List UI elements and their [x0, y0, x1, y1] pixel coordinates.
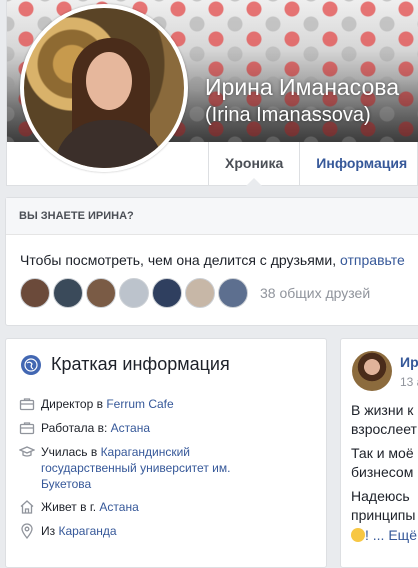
- friend-request-prompt: Чтобы посмотреть, чем она делится с друз…: [20, 252, 405, 268]
- profile-avatar[interactable]: [20, 4, 188, 172]
- friend-avatar[interactable]: [218, 278, 248, 308]
- post-text-line: В жизни к: [351, 402, 414, 418]
- mutual-friends-row: 38 общих друзей: [20, 278, 370, 308]
- profile-name[interactable]: Ирина Иманасова: [205, 74, 399, 101]
- post-text-line: Так и моё: [351, 445, 414, 461]
- avatar-face: [86, 52, 132, 110]
- post-author-name[interactable]: Ири: [400, 354, 418, 370]
- tab-about[interactable]: Информация: [299, 142, 418, 185]
- past-employer-link[interactable]: Астана: [111, 421, 150, 435]
- send-request-link[interactable]: отправьте: [340, 252, 405, 268]
- see-more-link[interactable]: ! ... Ещё: [365, 527, 417, 543]
- post-text-line: бизнесом: [351, 464, 414, 480]
- post-author-avatar[interactable]: [352, 351, 392, 391]
- friend-avatar[interactable]: [20, 278, 50, 308]
- graduation-cap-icon: [18, 444, 36, 460]
- do-you-know-header: ВЫ ЗНАЕТЕ ИРИНА?: [6, 198, 418, 235]
- post-text-line-last: ! ... Ещё: [351, 527, 417, 543]
- globe-icon: [21, 355, 41, 375]
- post-text-line: Надеюсь: [351, 488, 410, 504]
- prompt-text: Чтобы посмотреть, чем она делится с друз…: [20, 252, 341, 268]
- intro-item-prefix: Из: [41, 524, 59, 538]
- intro-item-prefix: Работала в:: [41, 421, 111, 435]
- intro-item-prefix: Живет в г.: [41, 500, 100, 514]
- hometown-link[interactable]: Караганда: [58, 524, 116, 538]
- briefcase-icon: [19, 396, 35, 412]
- do-you-know-card: ВЫ ЗНАЕТЕ ИРИНА? Чтобы посмотреть, чем о…: [5, 197, 418, 326]
- intro-card: Краткая информация Директор в Ferrum Caf…: [5, 338, 327, 568]
- intro-item-prefix: Училась в: [41, 445, 101, 459]
- briefcase-icon: [19, 420, 35, 436]
- profile-tabs: Хроника Информация: [208, 142, 418, 186]
- friend-avatar[interactable]: [53, 278, 83, 308]
- location-pin-icon: [19, 523, 35, 540]
- friend-avatar[interactable]: [86, 278, 116, 308]
- smile-emoji-icon: [351, 528, 365, 542]
- post-text-line: принципы: [351, 507, 416, 523]
- post-text-line: взрослеет: [351, 421, 417, 437]
- mutual-friends-count[interactable]: 38 общих друзей: [260, 285, 370, 301]
- post-card: Ири 13 а В жизни к взрослеет Так и моё б…: [340, 338, 418, 568]
- home-icon: [19, 499, 35, 515]
- intro-item-prefix: Директор в: [41, 397, 107, 411]
- friend-avatar[interactable]: [185, 278, 215, 308]
- post-date[interactable]: 13 а: [400, 375, 418, 389]
- current-city-link[interactable]: Астана: [99, 500, 138, 514]
- friend-avatar[interactable]: [119, 278, 149, 308]
- profile-alternate-name: (Irina Imanassova): [205, 104, 371, 126]
- friend-avatar[interactable]: [152, 278, 182, 308]
- tab-timeline[interactable]: Хроника: [208, 142, 299, 186]
- intro-title: Краткая информация: [51, 354, 230, 374]
- employer-link[interactable]: Ferrum Cafe: [106, 397, 173, 411]
